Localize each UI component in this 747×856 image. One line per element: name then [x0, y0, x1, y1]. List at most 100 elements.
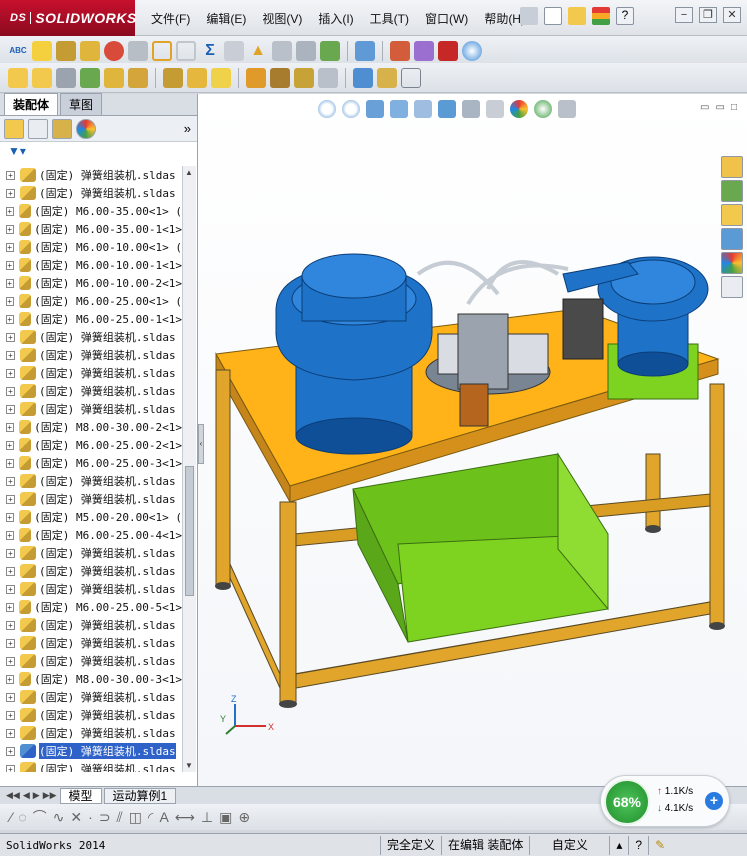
expand-plus-icon[interactable]: + — [6, 422, 14, 432]
tab-nav-prev-icon[interactable]: ◀ — [23, 790, 30, 801]
scroll-down-icon[interactable]: ▼ — [185, 761, 193, 770]
check-icon[interactable] — [104, 40, 124, 61]
tree-item[interactable]: + (固定) M6.00-35.00<1> ( — [0, 202, 182, 220]
tree-item[interactable]: + (固定) 弹簧组装机.sldas — [0, 706, 182, 724]
quick-snap-icon[interactable]: ⊕ — [238, 809, 250, 826]
checkbox-disabled-icon[interactable] — [176, 40, 196, 61]
new-part-icon[interactable] — [32, 67, 52, 88]
solidworks-logo[interactable]: DS SOLIDWORKS — [0, 0, 136, 36]
mate-icon[interactable] — [56, 67, 76, 88]
tree-item[interactable]: + (固定) 弹簧组装机.sldas — [0, 760, 182, 772]
units-selector[interactable]: 自定义 — [529, 835, 609, 855]
tab-motion-study[interactable]: 运动算例1 — [103, 787, 177, 804]
interference-detection-icon[interactable] — [353, 67, 373, 88]
expand-plus-icon[interactable]: + — [6, 260, 14, 270]
spell-check-icon[interactable]: ABC — [8, 41, 28, 61]
assembly-features-icon[interactable] — [187, 67, 207, 88]
expand-plus-icon[interactable]: + — [6, 746, 15, 756]
large-assembly-icon[interactable] — [401, 67, 421, 88]
trim-icon[interactable]: ✕ — [70, 809, 82, 826]
tree-item[interactable]: + (固定) 弹簧组装机.sldas — [0, 742, 182, 760]
arc-icon[interactable]: ⌒ — [33, 807, 47, 827]
display-manager-icon[interactable] — [76, 118, 96, 139]
tree-item[interactable]: + (固定) M5.00-20.00<1> ( — [0, 508, 182, 526]
question-icon[interactable]: ? — [616, 7, 634, 25]
tree-item[interactable]: + (固定) M6.00-25.00<1> ( — [0, 292, 182, 310]
expand-plus-icon[interactable]: + — [6, 350, 15, 360]
section-properties-icon[interactable] — [80, 40, 100, 61]
expand-plus-button[interactable]: + — [705, 792, 723, 810]
tree-item[interactable]: + (固定) 弹簧组装机.sldas — [0, 544, 182, 562]
new-document-icon[interactable] — [544, 7, 562, 25]
move-component-icon[interactable] — [128, 67, 148, 88]
dimension-icon[interactable]: ⟷ — [175, 809, 195, 826]
lock-icon[interactable] — [128, 40, 148, 61]
menu-view[interactable]: 视图(V) — [256, 9, 308, 28]
tree-scrollbar[interactable]: ▲ ▼ — [182, 166, 196, 772]
relations-icon[interactable]: ⊥ — [201, 809, 213, 826]
spline-icon[interactable]: ∿ — [53, 809, 65, 826]
tree-item[interactable]: + (固定) M6.00-35.00-1<1> — [0, 220, 182, 238]
tree-item[interactable]: + (固定) 弹簧组装机.sldas — [0, 472, 182, 490]
sum-icon[interactable]: Σ — [200, 41, 220, 61]
property-manager-icon[interactable] — [28, 118, 48, 139]
tree-item[interactable]: + (固定) M6.00-10.00-2<1> — [0, 274, 182, 292]
configuration-manager-icon[interactable] — [52, 118, 72, 139]
close-button[interactable]: ✕ — [723, 7, 741, 23]
tree-item[interactable]: + (固定) 弹簧组装机.sldas — [0, 490, 182, 508]
tree-item[interactable]: + (固定) 弹簧组装机.sldas — [0, 346, 182, 364]
tree-item[interactable]: + (固定) 弹簧组装机.sldas — [0, 580, 182, 598]
menu-window[interactable]: 窗口(W) — [419, 9, 474, 28]
expand-plus-icon[interactable]: + — [6, 242, 14, 252]
expand-plus-icon[interactable]: + — [6, 206, 14, 216]
expand-plus-icon[interactable]: + — [6, 224, 14, 234]
filter-icon[interactable]: ▼▾ — [8, 144, 26, 158]
expand-plus-icon[interactable]: + — [6, 638, 15, 648]
rebuild-status-icon[interactable]: ✎ — [648, 835, 671, 855]
scroll-up-icon[interactable]: ▲ — [185, 168, 193, 177]
smart-fasteners-icon[interactable] — [104, 67, 124, 88]
mirror-icon[interactable]: ⫽ — [117, 809, 123, 826]
expand-plus-icon[interactable]: + — [6, 602, 14, 612]
tab-nav-last-icon[interactable]: ▶▶ — [43, 790, 57, 801]
repair-icon[interactable]: ▣ — [219, 809, 232, 826]
expand-plus-icon[interactable]: + — [6, 170, 15, 180]
offset-icon[interactable]: ⊃ — [99, 809, 111, 826]
expand-plus-icon[interactable]: + — [6, 692, 15, 702]
tab-assembly[interactable]: 装配体 — [4, 93, 59, 115]
point-icon[interactable]: · — [88, 809, 93, 825]
graphics-area[interactable]: ▭ ▭ □ ‹ Z X Y — [198, 94, 747, 786]
scrollbar-thumb[interactable] — [185, 466, 194, 596]
stop-icon[interactable] — [438, 40, 458, 61]
tree-item[interactable]: + (固定) 弹簧组装机.sldas — [0, 688, 182, 706]
tab-nav-first-icon[interactable]: ◀◀ — [6, 790, 20, 801]
tree-item[interactable]: + (固定) M6.00-10.00-1<1> — [0, 256, 182, 274]
instant3d-icon[interactable] — [377, 67, 397, 88]
expand-plus-icon[interactable]: + — [6, 188, 15, 198]
render-icon[interactable] — [462, 40, 482, 61]
deviation-icon[interactable] — [320, 40, 340, 61]
tab-sketch[interactable]: 草图 — [60, 93, 103, 115]
insert-component-icon[interactable] — [8, 67, 28, 88]
new-motion-study-icon[interactable] — [246, 67, 266, 88]
color-icon[interactable] — [390, 40, 410, 61]
expand-plus-icon[interactable]: + — [6, 332, 15, 342]
expand-plus-icon[interactable]: + — [6, 656, 15, 666]
tree-item[interactable]: + (固定) M6.00-25.00-1<1> — [0, 310, 182, 328]
warning-icon[interactable]: ▲ — [248, 41, 268, 61]
menu-insert[interactable]: 插入(I) — [312, 9, 359, 28]
geometry-analysis-icon[interactable] — [224, 40, 244, 61]
thickness-icon[interactable] — [272, 40, 292, 61]
tab-model[interactable]: 模型 — [59, 787, 102, 804]
tree-item[interactable]: + (固定) M8.00-30.00-2<1> — [0, 418, 182, 436]
tree-item[interactable]: + (固定) M6.00-25.00-4<1> — [0, 526, 182, 544]
convert-icon[interactable]: ◫ — [129, 809, 142, 826]
expand-plus-icon[interactable]: + — [6, 404, 15, 414]
expand-plus-icon[interactable]: + — [6, 368, 15, 378]
circle-icon[interactable]: ◌ — [18, 809, 26, 825]
checkbox-icon[interactable] — [152, 40, 172, 61]
expand-more-icon[interactable]: » — [184, 121, 191, 136]
tree-item[interactable]: + (固定) M6.00-10.00<1> ( — [0, 238, 182, 256]
draft-analysis-icon[interactable] — [296, 40, 316, 61]
expand-plus-icon[interactable]: + — [6, 476, 15, 486]
